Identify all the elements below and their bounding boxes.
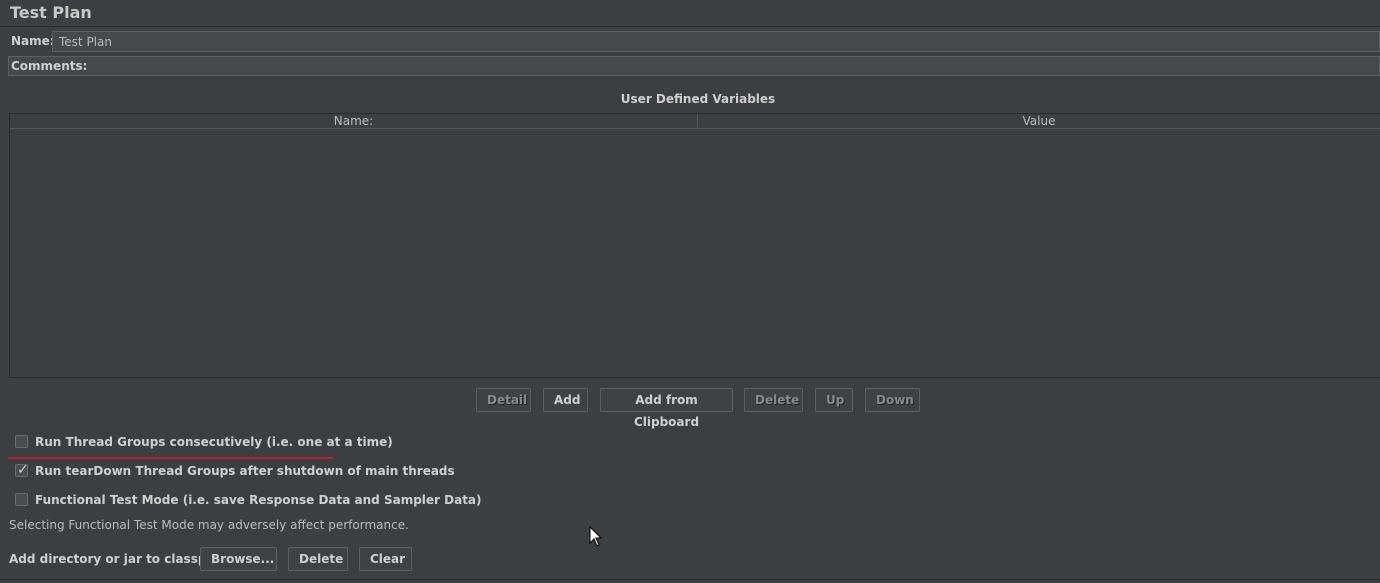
up-button[interactable]: Up: [815, 388, 853, 412]
functional-test-mode-label[interactable]: Functional Test Mode (i.e. save Response…: [35, 493, 482, 507]
run-consecutively-label[interactable]: Run Thread Groups consecutively (i.e. on…: [35, 435, 393, 449]
name-input[interactable]: [52, 31, 1380, 52]
checkbox-icon[interactable]: ✓: [15, 462, 29, 478]
detail-button[interactable]: Detail: [476, 388, 531, 412]
delete-row-button[interactable]: Delete: [744, 388, 803, 412]
column-header-value[interactable]: Value: [698, 114, 1380, 129]
checkbox-icon[interactable]: [15, 435, 28, 448]
divider: [0, 579, 1380, 580]
classpath-label: Add directory or jar to classpath: [9, 552, 229, 566]
clear-button[interactable]: Clear: [359, 547, 412, 571]
functional-mode-note: Selecting Functional Test Mode may adver…: [9, 518, 409, 532]
page-title: Test Plan: [10, 3, 92, 22]
user-defined-variables-title: User Defined Variables: [620, 92, 776, 106]
checkmark-icon: ✓: [17, 462, 29, 478]
run-teardown-label[interactable]: Run tearDown Thread Groups after shutdow…: [35, 464, 455, 478]
variables-table[interactable]: Name: Value: [9, 113, 1380, 378]
add-button[interactable]: Add: [543, 388, 588, 412]
comments-field[interactable]: [8, 56, 1380, 76]
column-header-name[interactable]: Name:: [10, 114, 698, 129]
add-from-clipboard-button[interactable]: Add from Clipboard: [600, 388, 733, 429]
mouse-cursor-icon: [589, 526, 603, 547]
highlight-underline: [8, 457, 333, 459]
checkbox-icon[interactable]: [15, 493, 28, 506]
table-header: Name: Value: [10, 114, 1380, 129]
name-label: Name:: [11, 34, 55, 48]
browse-button[interactable]: Browse...: [200, 547, 277, 571]
delete-classpath-button[interactable]: Delete: [288, 547, 348, 571]
comments-label: Comments:: [11, 59, 88, 73]
divider: [0, 26, 1380, 27]
down-button[interactable]: Down: [865, 388, 920, 412]
